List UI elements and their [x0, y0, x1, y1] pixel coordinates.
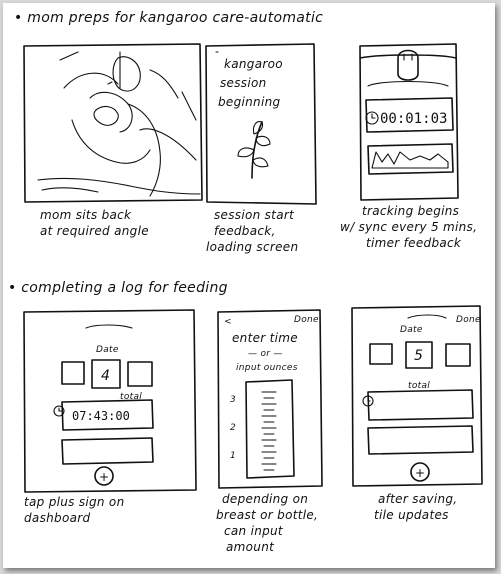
s2-screen-line3: beginning [218, 95, 281, 109]
empty-tile[interactable] [367, 425, 474, 455]
s2-panel3-phone: Done Date 5 total + [351, 305, 483, 487]
plus-icon: + [99, 470, 109, 484]
s2-p1-timer-readout: 07:43:00 [72, 409, 130, 423]
back-button[interactable]: < [224, 317, 232, 327]
s2-panel1-phone: Date 4 total 07:43:00 + [23, 309, 197, 493]
scale-2: 2 [230, 423, 236, 433]
s2-p2-prompt-1: enter time [232, 331, 298, 345]
s1-p1-caption-2: at required angle [40, 224, 149, 238]
s2-p3-caption-1: after saving, [378, 492, 457, 506]
s2-p3-done-button[interactable]: Done [456, 315, 481, 325]
done-button[interactable]: Done [294, 315, 319, 325]
s2-p3-date-value: 5 [414, 348, 423, 364]
s1-p3-caption-1: tracking begins [362, 204, 459, 218]
plus-icon: + [415, 466, 425, 480]
picker-ticks [261, 391, 277, 471]
scale-3: 3 [230, 395, 236, 405]
s2-p1-caption-1: tap plus sign on [24, 495, 124, 509]
date-prev-tile[interactable] [369, 343, 393, 365]
s2-p2-caption-2: breast or bottle, [216, 508, 318, 522]
s1-panel3-phone: 00:01:03 [359, 43, 459, 201]
ounce-picker[interactable] [245, 379, 295, 479]
s2-p3-caption-2: tile updates [374, 508, 449, 522]
s2-p1-date-label: Date [96, 345, 119, 355]
s2-p2-caption-1: depending on [222, 492, 308, 506]
sprout-icon [237, 121, 271, 179]
s1-p2-caption-2: feedback, [214, 224, 276, 238]
add-button[interactable]: + [410, 462, 430, 482]
s2-p3-date-label: Date [400, 325, 423, 335]
s1-p2-caption-1: session start [214, 208, 295, 222]
date-next-tile[interactable] [445, 343, 471, 367]
s1-panel2-phone: kangaroo session beginning [205, 43, 317, 205]
s2-p3-total-label: total [408, 381, 430, 391]
s1-timer-readout: 00:01:03 [380, 111, 447, 127]
s2-p1-caption-2: dashboard [24, 511, 90, 525]
date-prev-tile[interactable] [61, 361, 85, 385]
add-button[interactable]: + [94, 466, 114, 486]
s1-panel1 [23, 43, 203, 203]
section2-heading: • completing a log for feeding [8, 280, 228, 296]
s2-p2-caption-3: can input [224, 524, 284, 538]
s1-p3-caption-3: timer feedback [366, 236, 462, 250]
clock-icon [365, 111, 379, 125]
s1-p2-caption-3: loading screen [206, 240, 298, 254]
storyboard-drawing: • mom preps for kangaroo care-automatic … [8, 10, 483, 554]
s2-p2-prompt-2: — or — [248, 349, 283, 359]
s2-p1-date-value: 4 [101, 368, 110, 384]
s2-p2-prompt-3: input ounces [236, 363, 298, 373]
date-next-tile[interactable] [127, 361, 153, 387]
section1-heading: • mom preps for kangaroo care-automatic [14, 10, 323, 26]
s2-screen-line2: session [220, 76, 267, 90]
updated-total-tile[interactable] [367, 389, 474, 421]
s1-p1-caption-1: mom sits back [40, 208, 132, 222]
s2-panel2-phone: < Done enter time — or — input ounces 3 … [217, 309, 323, 489]
s2-screen-line1: kangaroo [224, 57, 283, 71]
s2-p2-caption-4: amount [226, 540, 275, 554]
empty-tile[interactable] [61, 437, 154, 465]
scale-1: 1 [230, 451, 236, 461]
s1-p3-caption-2: w/ sync every 5 mins, [340, 220, 477, 234]
